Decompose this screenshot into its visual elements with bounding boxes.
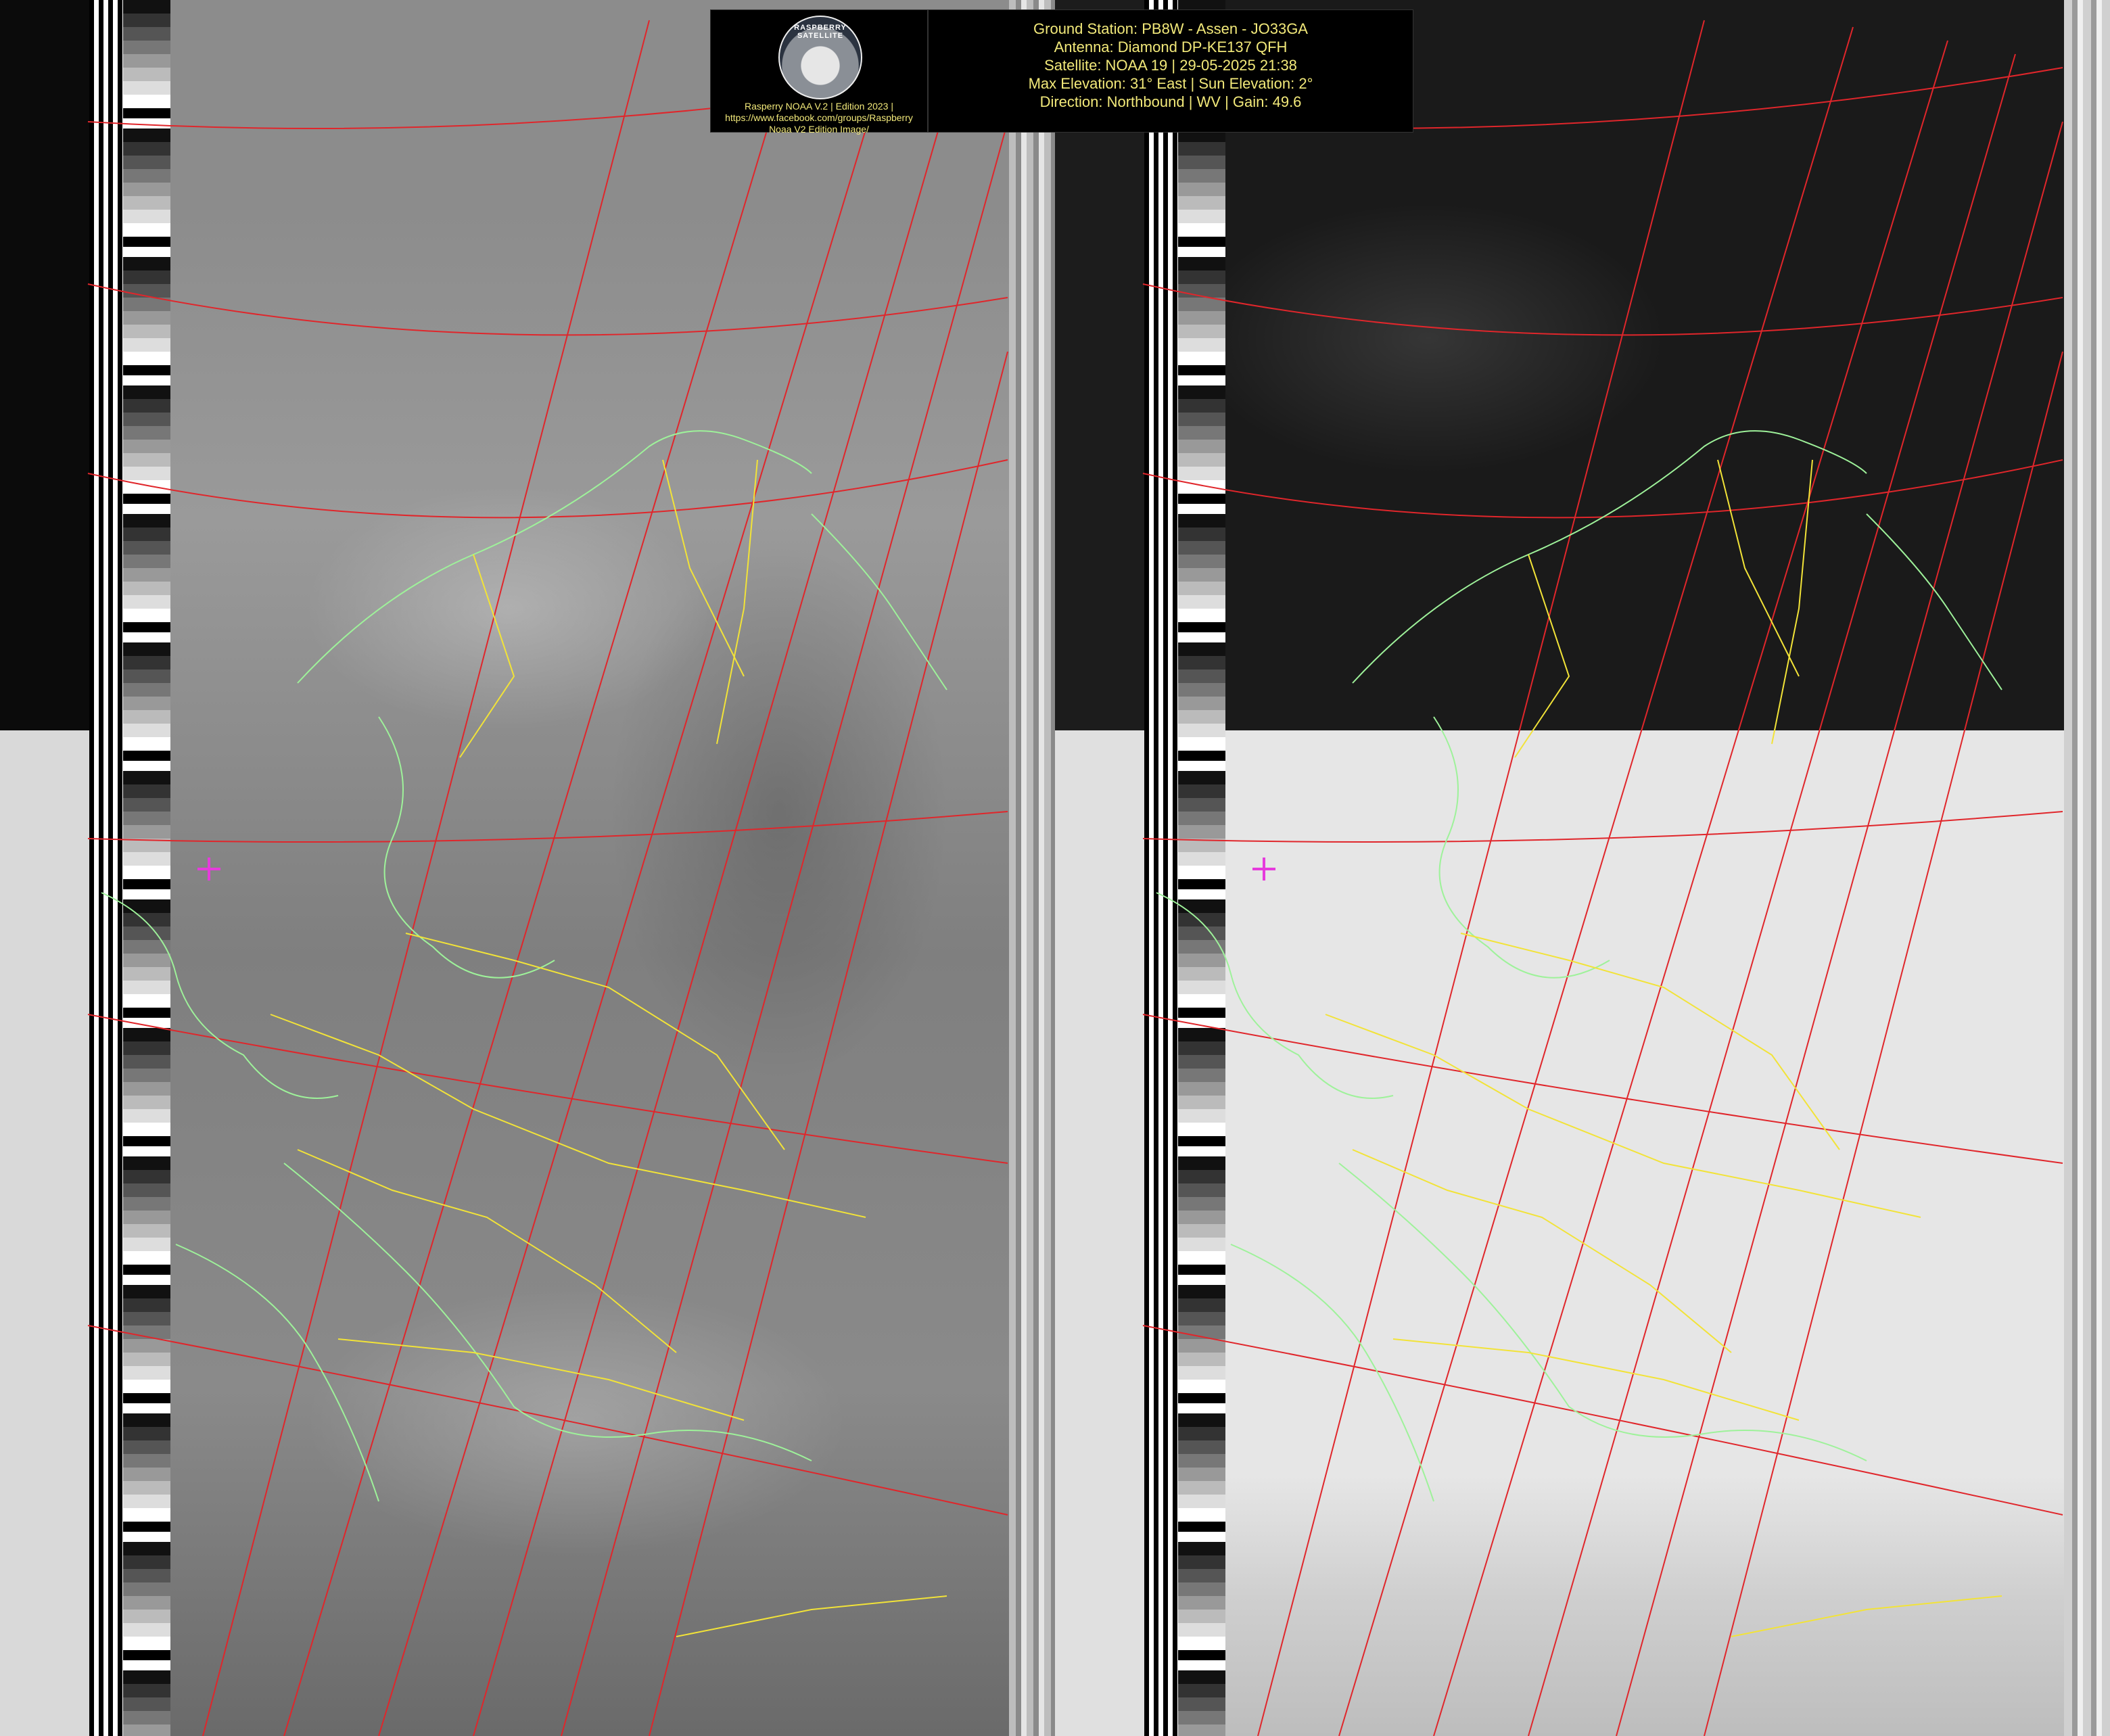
satellite-logo-icon: RASPBERRY SATELLITE <box>778 16 862 99</box>
logo-ring-text: RASPBERRY SATELLITE <box>794 24 847 40</box>
ground-station-marker-a <box>197 858 220 881</box>
pass-info-panel: Ground Station: PB8W - Assen - JO33GA An… <box>928 9 1413 133</box>
borders-a <box>270 459 947 1637</box>
direction-line: Direction: Northbound | WV | Gain: 49.6 <box>1039 93 1302 110</box>
coastline-a <box>101 430 947 1502</box>
borders-b <box>1325 459 2002 1637</box>
map-overlay <box>87 20 2063 1736</box>
logo-caption-line-1: Rasperry NOAA V.2 | Edition 2023 | <box>745 101 893 112</box>
logo-caption-line-3: Noaa V2 Edition Image/ <box>769 124 869 135</box>
coastline-b <box>1156 430 2002 1502</box>
channel-a-overlay <box>87 20 1008 1736</box>
logo-caption-line-2: https://www.facebook.com/groups/Raspberr… <box>725 112 913 123</box>
ground-station-marker-b <box>1252 858 1275 881</box>
logo-caption: Rasperry NOAA V.2 | Edition 2023 | https… <box>713 101 924 135</box>
antenna-line: Antenna: Diamond DP-KE137 QFH <box>1054 39 1288 55</box>
elevation-line: Max Elevation: 31° East | Sun Elevation:… <box>1028 75 1313 92</box>
graticule-lines-a <box>87 20 1008 1736</box>
ground-station-line: Ground Station: PB8W - Assen - JO33GA <box>1033 20 1308 37</box>
graticule-lines-b <box>1142 20 2063 1736</box>
channel-b-overlay <box>1142 20 2063 1736</box>
logo-panel: RASPBERRY SATELLITE Rasperry NOAA V.2 | … <box>710 9 928 135</box>
satellite-line: Satellite: NOAA 19 | 29-05-2025 21:38 <box>1044 57 1297 74</box>
